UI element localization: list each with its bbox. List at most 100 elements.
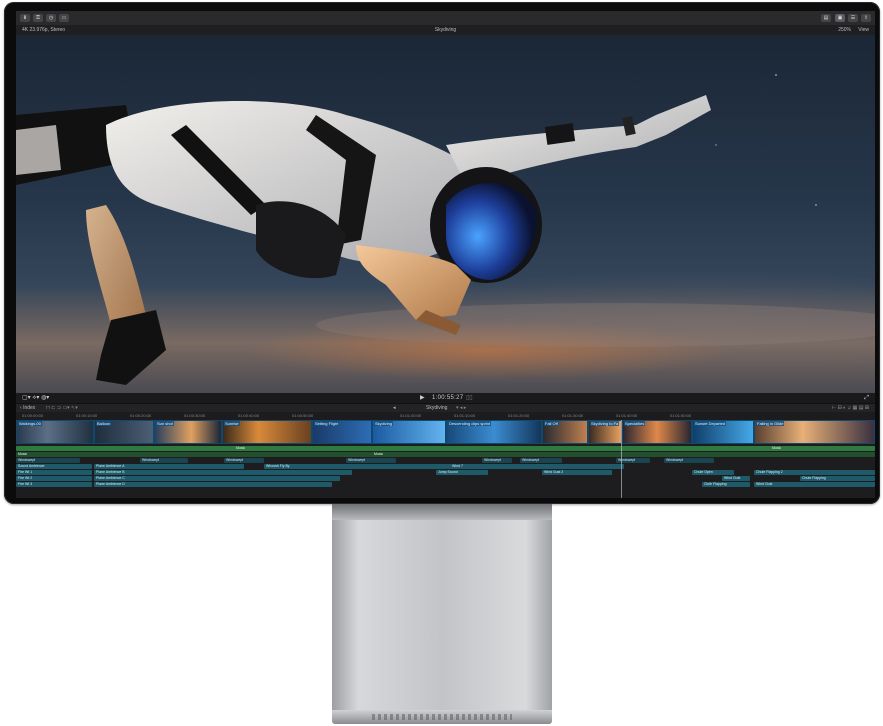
clip[interactable]: Skydiving xyxy=(372,420,446,444)
clip[interactable]: Setting Flight xyxy=(312,420,372,444)
lane-label: Wind 7 xyxy=(452,464,463,468)
audio-clip-wind[interactable]: Windswept xyxy=(140,458,188,463)
keywords-icon[interactable]: ⚿ xyxy=(33,14,43,22)
lane-label: Sound Ambience xyxy=(18,464,45,468)
clip[interactable]: Sunrise xyxy=(222,420,312,444)
ruler-tick: 01:01:20:00 xyxy=(508,413,530,418)
audio-clip-jump[interactable]: Jump Sound xyxy=(436,470,488,475)
clip[interactable]: Sun shot xyxy=(154,420,222,444)
audio-clip-wind-gust[interactable]: Wind Gust xyxy=(722,476,750,481)
share-icon[interactable]: ▭ xyxy=(59,14,69,22)
audio-clip-fire[interactable]: Fire Wt 2 xyxy=(16,476,92,481)
ruler-tick: 01:01:50:00 xyxy=(670,413,692,418)
monitor-bezel: ⬇ ⚿ ◷ ▭ ▤ ▣ ☰ ⇧ 4K 23.976p, Stereo Skydi… xyxy=(4,2,880,504)
audio-clip-music[interactable]: Music Music xyxy=(16,446,875,451)
lane-label: Plane Ambience D xyxy=(96,482,125,486)
clip[interactable]: Descending clips sprint xyxy=(446,420,542,444)
audio-clip-wind[interactable]: Windswept xyxy=(664,458,714,463)
audio-clip-fire[interactable]: Fire Wt 1 xyxy=(16,470,92,475)
lane-label: Windswept xyxy=(522,458,540,462)
audio-clip-plane[interactable]: Plane Ambience C xyxy=(94,476,340,481)
index-label: Index xyxy=(23,405,36,411)
audio-clip-plane[interactable]: Plane Ambience B xyxy=(94,470,352,475)
fullscreen-icon[interactable]: ⤢ xyxy=(864,393,869,403)
lane-label: Chute Flapping 2 xyxy=(756,470,783,474)
clip-label: Descending clips sprint xyxy=(448,421,492,426)
ruler-tick: 01:01:00:00 xyxy=(400,413,422,418)
audio-clip-fire[interactable]: Fire Wt 3 xyxy=(16,482,92,487)
audio-clip-ambience[interactable]: Sound Ambience xyxy=(16,464,92,469)
clip-label: Walkings-00 xyxy=(18,421,42,426)
audio-clip-music[interactable]: Music Music xyxy=(16,452,875,457)
ruler-tick: 01:01:40:00 xyxy=(616,413,638,418)
ruler-tick: 01:00:30:00 xyxy=(184,413,206,418)
audio-clip-cloth[interactable]: Cloth Flapping xyxy=(702,482,750,487)
audio-clip-chute-flap[interactable]: Chute Flapping 2 xyxy=(754,470,875,475)
audio-clip-wind-gust[interactable]: Wind Gust xyxy=(754,482,875,487)
audio-clip-wind[interactable]: Windswept xyxy=(520,458,562,463)
lane-label: Chute Open xyxy=(694,470,713,474)
clip[interactable]: Skydiving to Fa xyxy=(588,420,622,444)
ruler-tick: 01:00:20:00 xyxy=(130,413,152,418)
play-icon[interactable]: ▶ xyxy=(420,393,425,403)
primary-storyline: Walkings-00 Balloon Sun shot Sunrise Set… xyxy=(16,420,875,444)
lane-label: Windswept xyxy=(226,458,244,462)
import-media-icon[interactable]: ⬇ xyxy=(20,14,30,22)
lane-label: Plane Ambience C xyxy=(96,476,125,480)
background-tasks-icon[interactable]: ◷ xyxy=(46,14,56,22)
ruler-tick: 01:00:40:00 xyxy=(238,413,260,418)
layout-icon[interactable]: ▤ xyxy=(821,14,831,22)
clip-label: Sunrise xyxy=(224,421,240,426)
lane-label: Windswept xyxy=(18,458,36,462)
timeline[interactable]: Walkings-00 Balloon Sun shot Sunrise Set… xyxy=(16,420,875,498)
timeline-ruler[interactable]: 01:00:00:00 01:00:10:00 01:00:20:00 01:0… xyxy=(16,412,875,420)
timecode-display[interactable]: 1:00:55:27 xyxy=(432,393,463,403)
export-icon[interactable]: ⇧ xyxy=(861,14,871,22)
clip-label: Balloon xyxy=(96,421,112,426)
clip-label: Sunset Departed xyxy=(694,421,727,426)
audio-clip-whoosh[interactable]: Whoosh Fly By Wind 7 xyxy=(264,464,624,469)
clip[interactable]: Specialties xyxy=(622,420,692,444)
clip[interactable]: Balloon xyxy=(94,420,154,444)
clip-label: Specialties xyxy=(624,421,646,426)
audio-clip-chute[interactable]: Chute Open xyxy=(692,470,734,475)
audio-clip-wind-gust[interactable]: Wind Gust 2 xyxy=(542,470,612,475)
audio-clip-wind[interactable]: Windswept xyxy=(346,458,396,463)
audio-meter-icon[interactable]: ▯▯ xyxy=(466,393,473,403)
view-menu[interactable]: View xyxy=(858,25,869,35)
lane-label: Wind Gust xyxy=(756,482,773,486)
video-viewer[interactable] xyxy=(16,35,875,393)
clip[interactable]: Falling in Glide xyxy=(754,420,875,444)
audio-clip-wind[interactable]: Windswept xyxy=(224,458,264,463)
ruler-tick: 01:00:10:00 xyxy=(76,413,98,418)
lane-label: Fire Wt 2 xyxy=(18,476,33,480)
app-toolbar: ⬇ ⚿ ◷ ▭ ▤ ▣ ☰ ⇧ xyxy=(16,11,875,26)
audio-clip-chute-flapping[interactable]: Chute Flapping xyxy=(800,476,875,481)
lane-label: Windswept xyxy=(666,458,684,462)
inspector-icon[interactable]: ☰ xyxy=(848,14,858,22)
lane-label: Jump Sound xyxy=(438,470,458,474)
audio-clip-plane[interactable]: Plane Ambience A xyxy=(94,464,244,469)
clip[interactable]: Sunset Departed xyxy=(692,420,754,444)
clip-label: Sun shot xyxy=(156,421,174,426)
monitor-stand-foot xyxy=(332,710,552,724)
stand-vent xyxy=(372,714,512,720)
zoom-menu[interactable]: 250% xyxy=(838,25,851,35)
audio-clip-wind[interactable]: Windswept xyxy=(16,458,80,463)
viewer-header: 4K 23.976p, Stereo Skydiving 250% View xyxy=(16,25,875,35)
clip[interactable]: Walkings-00 xyxy=(16,420,94,444)
audio-clip-plane[interactable]: Plane Ambience D xyxy=(94,482,332,487)
lane-label: Music xyxy=(374,452,384,456)
viewer-icon[interactable]: ▣ xyxy=(835,14,845,22)
lane-label: Music xyxy=(772,446,782,450)
audio-clip-wind[interactable]: Windswept xyxy=(482,458,512,463)
ruler-tick: 01:00:50:00 xyxy=(292,413,314,418)
ruler-tick: 01:00:00:00 xyxy=(22,413,44,418)
transform-icon[interactable]: ▢▾ ⟡▾ ◍▾ xyxy=(22,393,49,403)
clip-label: Fall Off xyxy=(544,421,559,426)
lane-label: Plane Ambience B xyxy=(96,470,125,474)
lane-label: Fire Wt 3 xyxy=(18,482,33,486)
lane-label: Music xyxy=(236,446,246,450)
playhead[interactable] xyxy=(621,420,622,498)
clip[interactable]: Fall Off xyxy=(542,420,588,444)
